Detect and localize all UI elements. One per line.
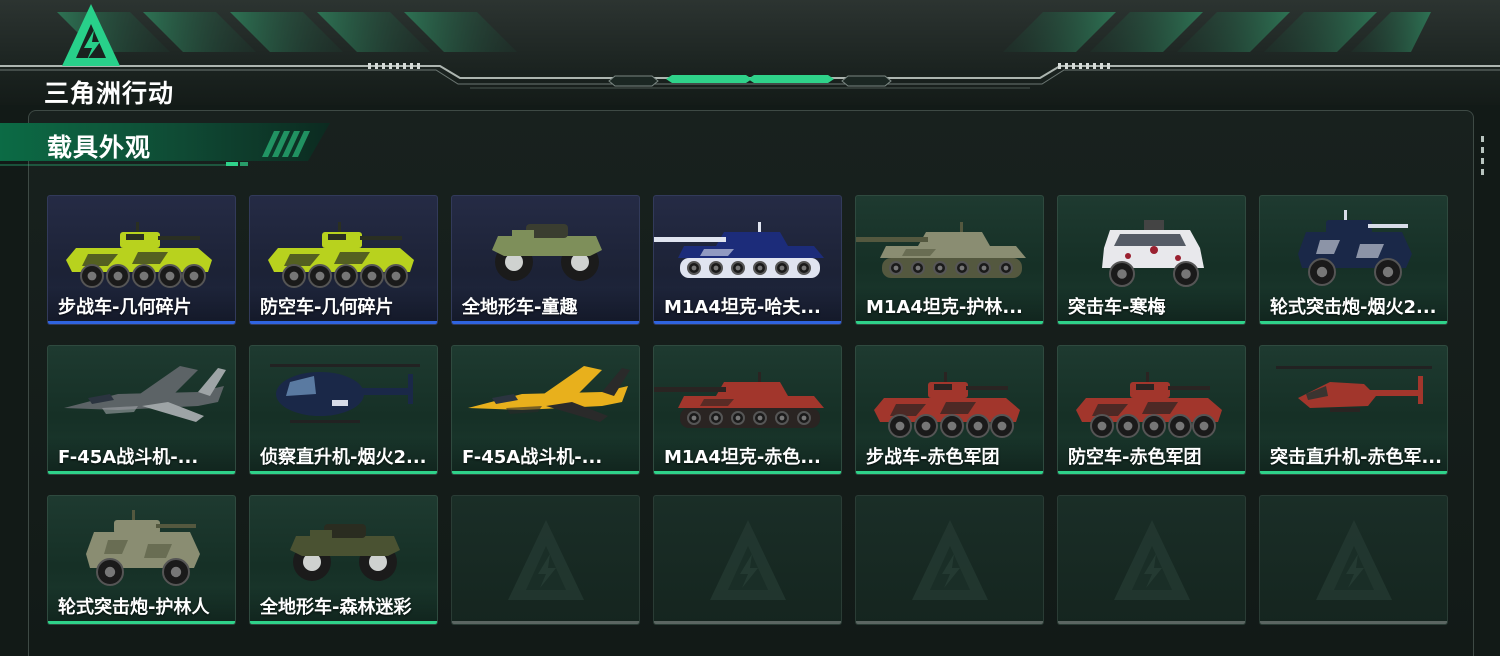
vehicle-skin-name: 步战车-赤色军团 <box>866 447 1000 468</box>
header-decoration <box>0 12 1500 89</box>
vehicle-skin-card[interactable]: 全地形车-童趣 <box>451 195 640 325</box>
vehicle-skin-card[interactable]: F-45A战斗机-... <box>451 345 640 475</box>
top-header: 三角洲行动 <box>0 0 1500 108</box>
rarity-bar <box>1058 621 1245 624</box>
rarity-bar <box>250 621 437 624</box>
rarity-bar <box>654 321 841 324</box>
vehicle-skin-card[interactable]: M1A4坦克-哈夫... <box>653 195 842 325</box>
vehicle-skin-grid: 步战车-几何碎片 防空车-几何碎片 全地形车-童趣 M1A4坦克-哈夫... M… <box>47 195 1451 625</box>
empty-slot-icon <box>508 520 584 600</box>
vehicle-skin-name: M1A4坦克-赤色... <box>664 447 821 468</box>
vehicle-skin-card[interactable]: M1A4坦克-赤色... <box>653 345 842 475</box>
vehicle-skin-card[interactable]: 突击直升机-赤色军... <box>1259 345 1448 475</box>
rarity-bar <box>250 471 437 474</box>
game-logo-text: 三角洲行动 <box>44 79 175 108</box>
rarity-bar <box>856 471 1043 474</box>
rarity-bar <box>452 321 639 324</box>
vehicle-skin-card[interactable]: 步战车-赤色军团 <box>855 345 1044 475</box>
vehicle-skin-name: M1A4坦克-护林... <box>866 297 1023 318</box>
vehicle-skin-name: M1A4坦克-哈夫... <box>664 297 821 318</box>
empty-skin-slot[interactable] <box>1057 495 1246 625</box>
vehicle-skin-name: 步战车-几何碎片 <box>58 297 192 318</box>
empty-slot-icon <box>912 520 988 600</box>
scroll-indicator[interactable] <box>1481 136 1485 180</box>
vehicle-skin-name: 全地形车-童趣 <box>462 297 578 318</box>
vehicle-skin-name: 突击直升机-赤色军... <box>1270 447 1442 468</box>
rarity-bar <box>1058 321 1245 324</box>
rarity-bar <box>1260 321 1447 324</box>
vehicle-skin-card[interactable]: 全地形车-森林迷彩 <box>249 495 438 625</box>
vehicle-skin-name: 侦察直升机-烟火2... <box>260 447 427 468</box>
rarity-bar <box>856 321 1043 324</box>
vehicle-skin-name: 防空车-赤色军团 <box>1068 447 1202 468</box>
vehicle-skin-name: 突击车-寒梅 <box>1068 297 1166 318</box>
rarity-bar <box>48 321 235 324</box>
rarity-bar <box>1260 471 1447 474</box>
vehicle-skin-card[interactable]: 防空车-几何碎片 <box>249 195 438 325</box>
section-title: 载具外观 <box>47 133 152 162</box>
rarity-bar <box>452 471 639 474</box>
vehicle-skin-card[interactable]: M1A4坦克-护林... <box>855 195 1044 325</box>
vehicle-skin-name: 轮式突击炮-护林人 <box>58 597 210 618</box>
empty-slot-icon <box>1114 520 1190 600</box>
rarity-bar <box>1260 621 1447 624</box>
rarity-bar <box>48 621 235 624</box>
empty-slot-icon <box>1316 520 1392 600</box>
vehicle-skin-name: 全地形车-森林迷彩 <box>260 597 412 618</box>
vehicle-skin-name: F-45A战斗机-... <box>58 447 199 468</box>
vehicle-skin-card[interactable]: 突击车-寒梅 <box>1057 195 1246 325</box>
empty-skin-slot[interactable] <box>653 495 842 625</box>
empty-skin-slot[interactable] <box>1259 495 1448 625</box>
vehicle-skin-card[interactable]: F-45A战斗机-... <box>47 345 236 475</box>
vehicle-skin-card[interactable]: 轮式突击炮-护林人 <box>47 495 236 625</box>
rarity-bar <box>856 621 1043 624</box>
empty-slot-icon <box>710 520 786 600</box>
empty-skin-slot[interactable] <box>451 495 640 625</box>
rarity-bar <box>654 471 841 474</box>
rarity-bar <box>654 621 841 624</box>
vehicle-skin-name: 防空车-几何碎片 <box>260 297 394 318</box>
vehicle-skin-card[interactable]: 侦察直升机-烟火2... <box>249 345 438 475</box>
rarity-bar <box>1058 471 1245 474</box>
empty-skin-slot[interactable] <box>855 495 1044 625</box>
vehicle-skin-name: F-45A战斗机-... <box>462 447 603 468</box>
vehicle-skin-card[interactable]: 轮式突击炮-烟火2... <box>1259 195 1448 325</box>
vehicle-skin-name: 轮式突击炮-烟火2... <box>1270 297 1437 318</box>
vehicle-skin-card[interactable]: 防空车-赤色军团 <box>1057 345 1246 475</box>
rarity-bar <box>452 621 639 624</box>
rarity-bar <box>48 471 235 474</box>
rarity-bar <box>250 321 437 324</box>
vehicle-skin-card[interactable]: 步战车-几何碎片 <box>47 195 236 325</box>
